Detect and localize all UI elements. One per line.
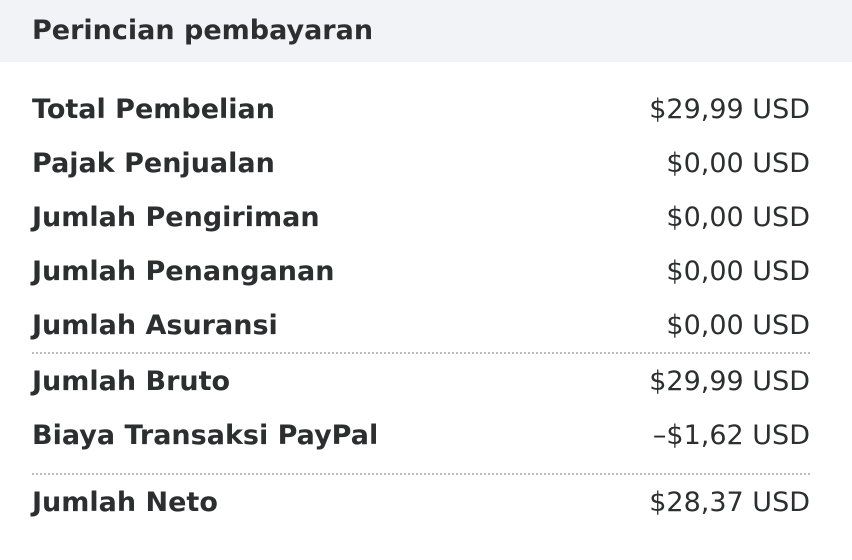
payment-details-panel: Perincian pembayaran Total Pembelian $29… [0,0,852,560]
row-sales-tax: Pajak Penjualan $0,00 USD [32,144,810,184]
row-value: –$1,62 USD [652,420,810,451]
dotted-divider [32,473,810,475]
row-value: $0,00 USD [666,310,810,341]
row-label: Total Pembelian [32,94,275,125]
row-gross-amount: Jumlah Bruto $29,99 USD [32,362,810,402]
row-label: Biaya Transaksi PayPal [32,420,379,451]
row-value: $29,99 USD [649,94,810,125]
row-paypal-fee: Biaya Transaksi PayPal –$1,62 USD [32,416,810,456]
panel-title: Perincian pembayaran [32,15,374,46]
row-value: $28,37 USD [649,487,810,518]
row-shipping-amount: Jumlah Pengiriman $0,00 USD [32,198,810,238]
row-total-purchase: Total Pembelian $29,99 USD [32,90,810,130]
row-net-amount: Jumlah Neto $28,37 USD [32,483,810,523]
row-label: Jumlah Bruto [32,366,231,397]
row-label: Jumlah Pengiriman [32,202,320,233]
row-value: $0,00 USD [666,202,810,233]
row-label: Jumlah Neto [32,487,218,518]
row-label: Jumlah Penanganan [32,256,335,287]
row-insurance-amount: Jumlah Asuransi $0,00 USD [32,306,810,346]
row-value: $0,00 USD [666,256,810,287]
row-handling-amount: Jumlah Penanganan $0,00 USD [32,252,810,292]
row-label: Pajak Penjualan [32,148,275,179]
row-label: Jumlah Asuransi [32,310,278,341]
row-value: $0,00 USD [666,148,810,179]
dotted-divider [32,352,810,354]
row-value: $29,99 USD [649,366,810,397]
panel-header: Perincian pembayaran [0,0,852,62]
